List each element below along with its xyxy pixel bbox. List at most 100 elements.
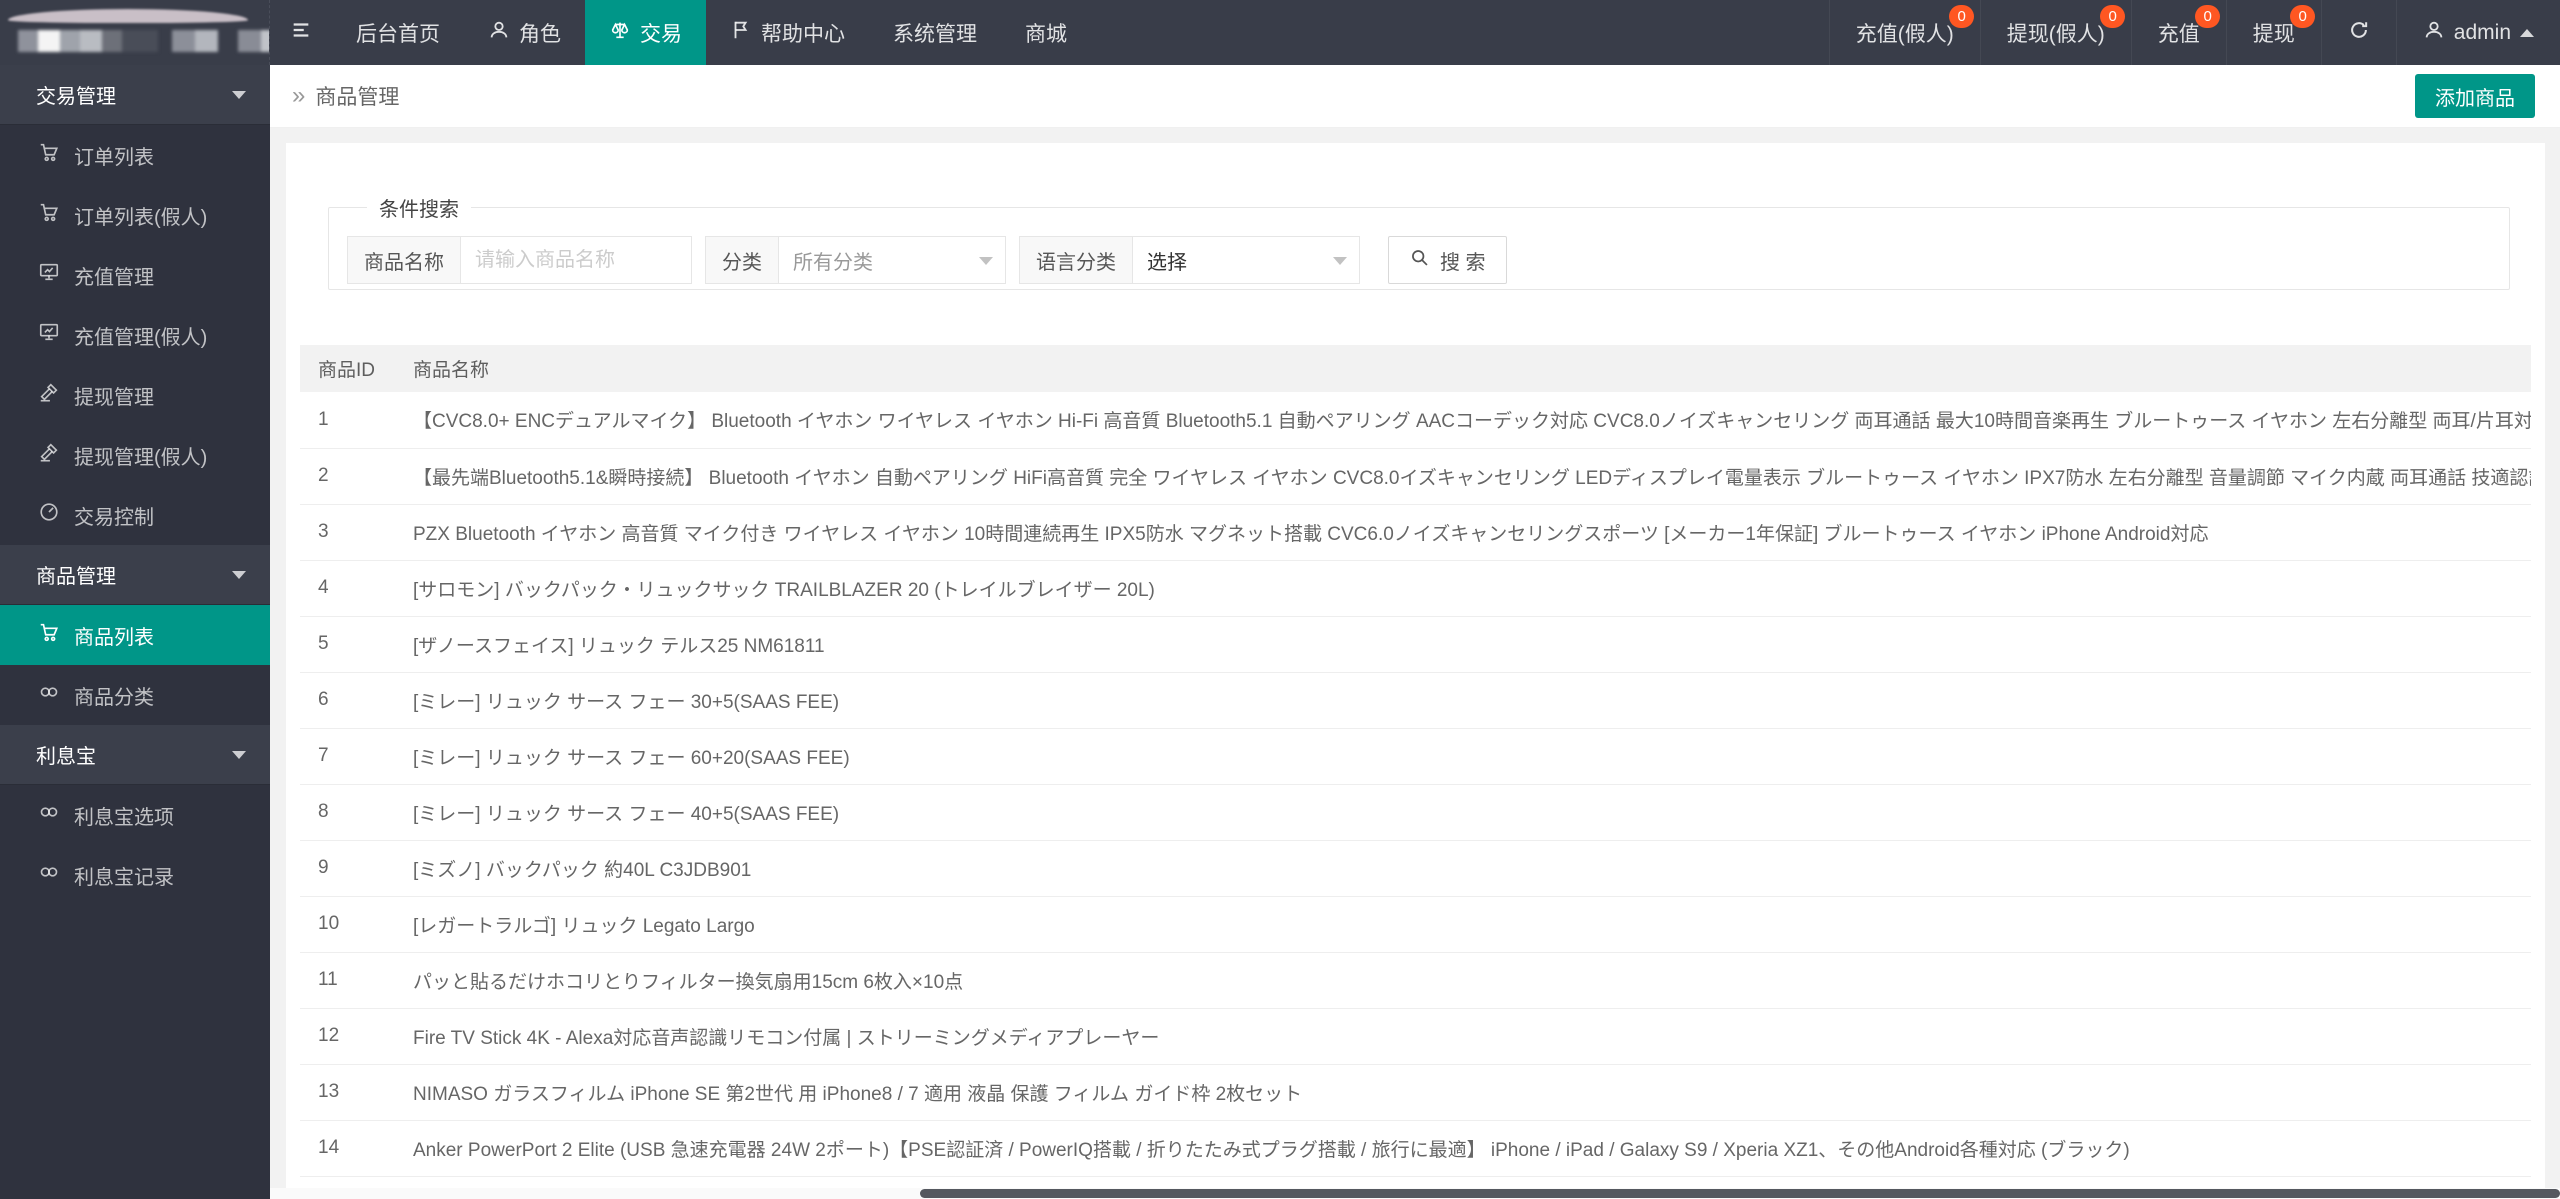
nav-item-recharge-fake[interactable]: 充值(假人) 0 bbox=[1829, 0, 1980, 65]
product-name-cell: 【CVC8.0+ ENCデュアルマイク】 Bluetooth イヤホン ワイヤレ… bbox=[395, 392, 2531, 448]
product-id-cell: 14 bbox=[300, 1120, 395, 1176]
sidebar-item-product-list[interactable]: 商品列表 bbox=[0, 605, 270, 665]
table-row: 10[レガートラルゴ] リュック Legato Largo bbox=[300, 896, 2531, 952]
chevron-down-icon bbox=[979, 257, 993, 272]
sidebar-item-recharge-management[interactable]: 充值管理 bbox=[0, 245, 270, 305]
product-name-cell: [レガートラルゴ] リュック Legato Largo bbox=[395, 896, 2531, 952]
logo-shape bbox=[8, 9, 248, 23]
nav-item-system-admin[interactable]: 系统管理 bbox=[869, 0, 1001, 65]
nav-item-label: 角色 bbox=[519, 18, 561, 48]
nav-item-roles[interactable]: 角色 bbox=[464, 0, 585, 65]
section-label: 交易管理 bbox=[36, 80, 232, 109]
sidebar-section-interest-treasure[interactable]: 利息宝 bbox=[0, 725, 270, 785]
column-header-product-id: 商品ID bbox=[300, 345, 395, 392]
scales-icon bbox=[609, 19, 631, 47]
scrollbar-thumb[interactable] bbox=[920, 1189, 2560, 1198]
refresh-icon bbox=[2348, 19, 2370, 47]
product-id-cell: 1 bbox=[300, 392, 395, 448]
logo-shape bbox=[172, 30, 218, 52]
sidebar-section-product-management[interactable]: 商品管理 bbox=[0, 545, 270, 605]
section-label: 商品管理 bbox=[36, 560, 232, 589]
product-id-cell: 3 bbox=[300, 504, 395, 560]
sidebar-item-label: 订单列表 bbox=[74, 141, 154, 170]
logo-shape bbox=[238, 30, 270, 52]
nav-item-withdraw-fake[interactable]: 提现(假人) 0 bbox=[1980, 0, 2131, 65]
search-form: 商品名称 分类 所有分类 语言分类 选择 bbox=[347, 236, 2509, 284]
table-row: 14Anker PowerPort 2 Elite (USB 急速充電器 24W… bbox=[300, 1120, 2531, 1176]
table-row: 13NIMASO ガラスフィルム iPhone SE 第2世代 用 iPhone… bbox=[300, 1064, 2531, 1120]
sidebar-item-interest-options[interactable]: 利息宝选项 bbox=[0, 785, 270, 845]
product-name-cell: [ミレー] リュック サース フェー 30+5(SAAS FEE) bbox=[395, 672, 2531, 728]
table-row: 8[ミレー] リュック サース フェー 40+5(SAAS FEE) bbox=[300, 784, 2531, 840]
sidebar-item-product-category[interactable]: 商品分类 bbox=[0, 665, 270, 725]
product-id-cell: 2 bbox=[300, 448, 395, 504]
sidebar-item-order-list[interactable]: 订单列表 bbox=[0, 125, 270, 185]
add-product-button[interactable]: 添加商品 bbox=[2415, 74, 2535, 118]
notification-badge: 0 bbox=[2290, 5, 2314, 28]
product-name-cell: [サロモン] バックパック・リュックサック TRAILBLAZER 20 (トレ… bbox=[395, 560, 2531, 616]
language-selected-value: 选择 bbox=[1147, 246, 1187, 275]
sidebar-item-recharge-management-fake[interactable]: 充值管理(假人) bbox=[0, 305, 270, 365]
product-name-cell: [ミレー] リュック サース フェー 40+5(SAAS FEE) bbox=[395, 784, 2531, 840]
nav-item-trade[interactable]: 交易 bbox=[585, 0, 706, 65]
hamburger-icon bbox=[290, 19, 312, 47]
sidebar-item-label: 利息宝选项 bbox=[74, 801, 174, 830]
nav-item-mall[interactable]: 商城 bbox=[1001, 0, 1091, 65]
content-card: 条件搜索 商品名称 分类 所有分类 语言分类 选择 bbox=[286, 143, 2545, 1199]
product-name-cell: 【最先端Bluetooth5.1&瞬時接続】 Bluetooth イヤホン 自動… bbox=[395, 448, 2531, 504]
category-selected-value: 所有分类 bbox=[793, 246, 873, 275]
sidebar-section-trade-management[interactable]: 交易管理 bbox=[0, 65, 270, 125]
sidebar-item-trade-control[interactable]: 交易控制 bbox=[0, 485, 270, 545]
cart-icon bbox=[38, 201, 60, 229]
sidebar-item-label: 提现管理(假人) bbox=[74, 441, 207, 470]
board-icon bbox=[38, 261, 60, 289]
product-name-input[interactable] bbox=[460, 236, 692, 284]
nav-item-label: 商城 bbox=[1025, 18, 1067, 48]
flag-icon bbox=[730, 19, 752, 47]
sidebar-item-withdraw-management-fake[interactable]: 提现管理(假人) bbox=[0, 425, 270, 485]
notification-badge: 0 bbox=[2100, 5, 2124, 28]
top-navbar: 后台首页 角色 交易 帮助中心 系统管理 商城 充值(假人) 0 提现(假人) … bbox=[0, 0, 2560, 65]
sidebar-item-withdraw-management[interactable]: 提现管理 bbox=[0, 365, 270, 425]
user-menu[interactable]: admin bbox=[2396, 0, 2560, 65]
table-row: 7[ミレー] リュック サース フェー 60+20(SAAS FEE) bbox=[300, 728, 2531, 784]
horizontal-scrollbar[interactable] bbox=[270, 1188, 2560, 1199]
refresh-button[interactable] bbox=[2321, 0, 2396, 65]
nav-item-label: 后台首页 bbox=[356, 18, 440, 48]
product-id-cell: 8 bbox=[300, 784, 395, 840]
nav-item-withdraw[interactable]: 提现 0 bbox=[2226, 0, 2321, 65]
sidebar-item-label: 商品分类 bbox=[74, 681, 154, 710]
category-select[interactable]: 所有分类 bbox=[778, 236, 1006, 284]
table-row: 11パッと貼るだけホコリとりフィルター換気扇用15cm 6枚入×10点 bbox=[300, 952, 2531, 1008]
gavel-icon bbox=[38, 381, 60, 409]
product-name-group: 商品名称 bbox=[347, 236, 692, 284]
nav-item-label: 系统管理 bbox=[893, 18, 977, 48]
product-id-cell: 11 bbox=[300, 952, 395, 1008]
sidebar-item-label: 利息宝记录 bbox=[74, 861, 174, 890]
nav-item-label: 提现(假人) bbox=[2007, 18, 2105, 48]
sidebar-toggle-button[interactable] bbox=[270, 0, 332, 65]
breadcrumb: 商品管理 bbox=[315, 81, 399, 111]
nav-item-label: 充值(假人) bbox=[1856, 18, 1954, 48]
product-id-cell: 12 bbox=[300, 1008, 395, 1064]
nav-item-recharge[interactable]: 充值 0 bbox=[2131, 0, 2226, 65]
sidebar-item-order-list-fake[interactable]: 订单列表(假人) bbox=[0, 185, 270, 245]
breadcrumb-separator: » bbox=[292, 82, 305, 110]
sidebar-item-label: 充值管理(假人) bbox=[74, 321, 207, 350]
nav-item-help-center[interactable]: 帮助中心 bbox=[706, 0, 869, 65]
chevron-down-icon bbox=[1333, 257, 1347, 272]
search-fieldset: 条件搜索 商品名称 分类 所有分类 语言分类 选择 bbox=[328, 193, 2510, 290]
product-table: 商品ID 商品名称 1【CVC8.0+ ENCデュアルマイク】 Bluetoot… bbox=[300, 345, 2531, 1199]
product-id-cell: 7 bbox=[300, 728, 395, 784]
sidebar-item-interest-records[interactable]: 利息宝记录 bbox=[0, 845, 270, 905]
search-button[interactable]: 搜 索 bbox=[1388, 236, 1507, 284]
nav-item-label: 交易 bbox=[640, 18, 682, 48]
nav-item-dashboard[interactable]: 后台首页 bbox=[332, 0, 464, 65]
breadcrumb-bar: » 商品管理 添加商品 bbox=[270, 65, 2560, 128]
language-category-select[interactable]: 选择 bbox=[1132, 236, 1360, 284]
person-icon bbox=[2423, 19, 2445, 47]
nav-item-label: 提现 bbox=[2253, 18, 2295, 48]
link-icon bbox=[38, 681, 60, 709]
product-name-cell: [ミズノ] バックパック 約40L C3JDB901 bbox=[395, 840, 2531, 896]
product-name-cell: NIMASO ガラスフィルム iPhone SE 第2世代 用 iPhone8 … bbox=[395, 1064, 2531, 1120]
